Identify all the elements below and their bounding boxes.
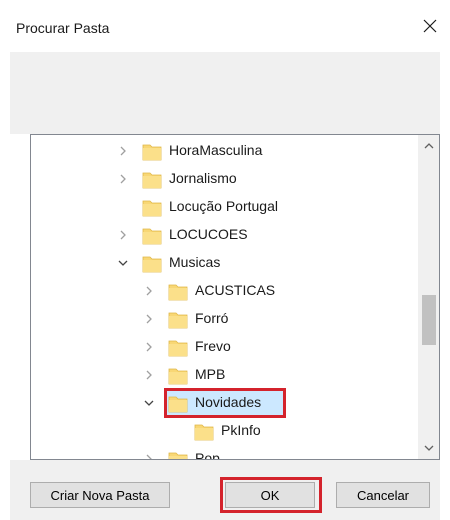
tree-item-pkinfo[interactable]: PkInfo bbox=[31, 418, 417, 444]
tree-item-musicas[interactable]: Musicas bbox=[31, 250, 417, 276]
chevron-right-icon[interactable] bbox=[143, 452, 155, 459]
tree-item-label: ACUSTICAS bbox=[195, 282, 276, 298]
folder-icon bbox=[141, 224, 163, 246]
folder-icon bbox=[167, 308, 189, 330]
folder-icon bbox=[167, 336, 189, 358]
folder-icon bbox=[141, 140, 163, 162]
scroll-thumb[interactable] bbox=[422, 295, 436, 345]
tree-item-label: Musicas bbox=[169, 254, 221, 270]
tree-item-label: LOCUCOES bbox=[169, 226, 248, 242]
folder-icon bbox=[193, 420, 215, 442]
chevron-right-icon[interactable] bbox=[117, 144, 129, 158]
cancel-button[interactable]: Cancelar bbox=[336, 482, 430, 508]
tree-item-label: MPB bbox=[195, 366, 226, 382]
tree-item-pop[interactable]: Pop bbox=[31, 446, 417, 460]
selected-item-highlight-box bbox=[164, 388, 286, 418]
chevron-up-icon bbox=[424, 143, 434, 149]
tree-item-label: Forró bbox=[195, 310, 229, 326]
folder-icon bbox=[141, 168, 163, 190]
chevron-down-icon bbox=[424, 445, 434, 451]
tree-item-jornalismo[interactable]: Jornalismo bbox=[31, 166, 417, 192]
close-button[interactable] bbox=[416, 12, 444, 40]
ok-highlight-box bbox=[220, 477, 322, 513]
chevron-down-icon[interactable] bbox=[117, 256, 129, 270]
tree-item-locucoes[interactable]: LOCUCOES bbox=[31, 222, 417, 248]
tree-item-forro[interactable]: Forró bbox=[31, 306, 417, 332]
folder-icon bbox=[167, 280, 189, 302]
chevron-right-icon[interactable] bbox=[143, 284, 155, 298]
folder-icon bbox=[167, 448, 189, 459]
chevron-right-icon[interactable] bbox=[143, 340, 155, 354]
scroll-up-button[interactable] bbox=[419, 137, 439, 155]
tree-item-frevo[interactable]: Frevo bbox=[31, 334, 417, 360]
chevron-down-icon[interactable] bbox=[143, 396, 155, 410]
tree-item-label: PkInfo bbox=[221, 422, 261, 438]
chevron-right-icon[interactable] bbox=[143, 368, 155, 382]
tree-item-label: Frevo bbox=[195, 338, 231, 354]
tree-scrollbar[interactable] bbox=[418, 135, 439, 459]
chevron-right-icon[interactable] bbox=[117, 172, 129, 186]
scroll-down-button[interactable] bbox=[419, 439, 439, 457]
dialog-title: Procurar Pasta bbox=[16, 20, 110, 36]
tree-item-horamasculina[interactable]: HoraMasculina bbox=[31, 138, 417, 164]
new-folder-button[interactable]: Criar Nova Pasta bbox=[30, 482, 170, 508]
chevron-right-icon[interactable] bbox=[117, 228, 129, 242]
title-bar: Procurar Pasta bbox=[0, 0, 450, 52]
dialog-footer: Criar Nova Pasta OK Cancelar bbox=[10, 460, 440, 520]
folder-tree[interactable]: HoraMasculina Jornalismo Locução Portugal L… bbox=[30, 134, 440, 460]
folder-icon bbox=[141, 252, 163, 274]
close-icon bbox=[423, 19, 437, 33]
tree-item-label: Pop bbox=[195, 450, 220, 460]
tree-item-mpb[interactable]: MPB bbox=[31, 362, 417, 388]
chevron-right-icon[interactable] bbox=[143, 312, 155, 326]
tree-item-acusticas[interactable]: ACUSTICAS bbox=[31, 278, 417, 304]
tree-item-label: HoraMasculina bbox=[169, 142, 263, 158]
tree-item-locucao-portugal[interactable]: Locução Portugal bbox=[31, 194, 417, 220]
tree-item-novidades[interactable]: Novidades bbox=[31, 388, 417, 418]
dialog-header-area bbox=[10, 52, 440, 134]
folder-icon bbox=[167, 364, 189, 386]
tree-item-label: Locução Portugal bbox=[169, 198, 278, 214]
tree-item-label: Jornalismo bbox=[169, 170, 237, 186]
folder-icon bbox=[141, 196, 163, 218]
